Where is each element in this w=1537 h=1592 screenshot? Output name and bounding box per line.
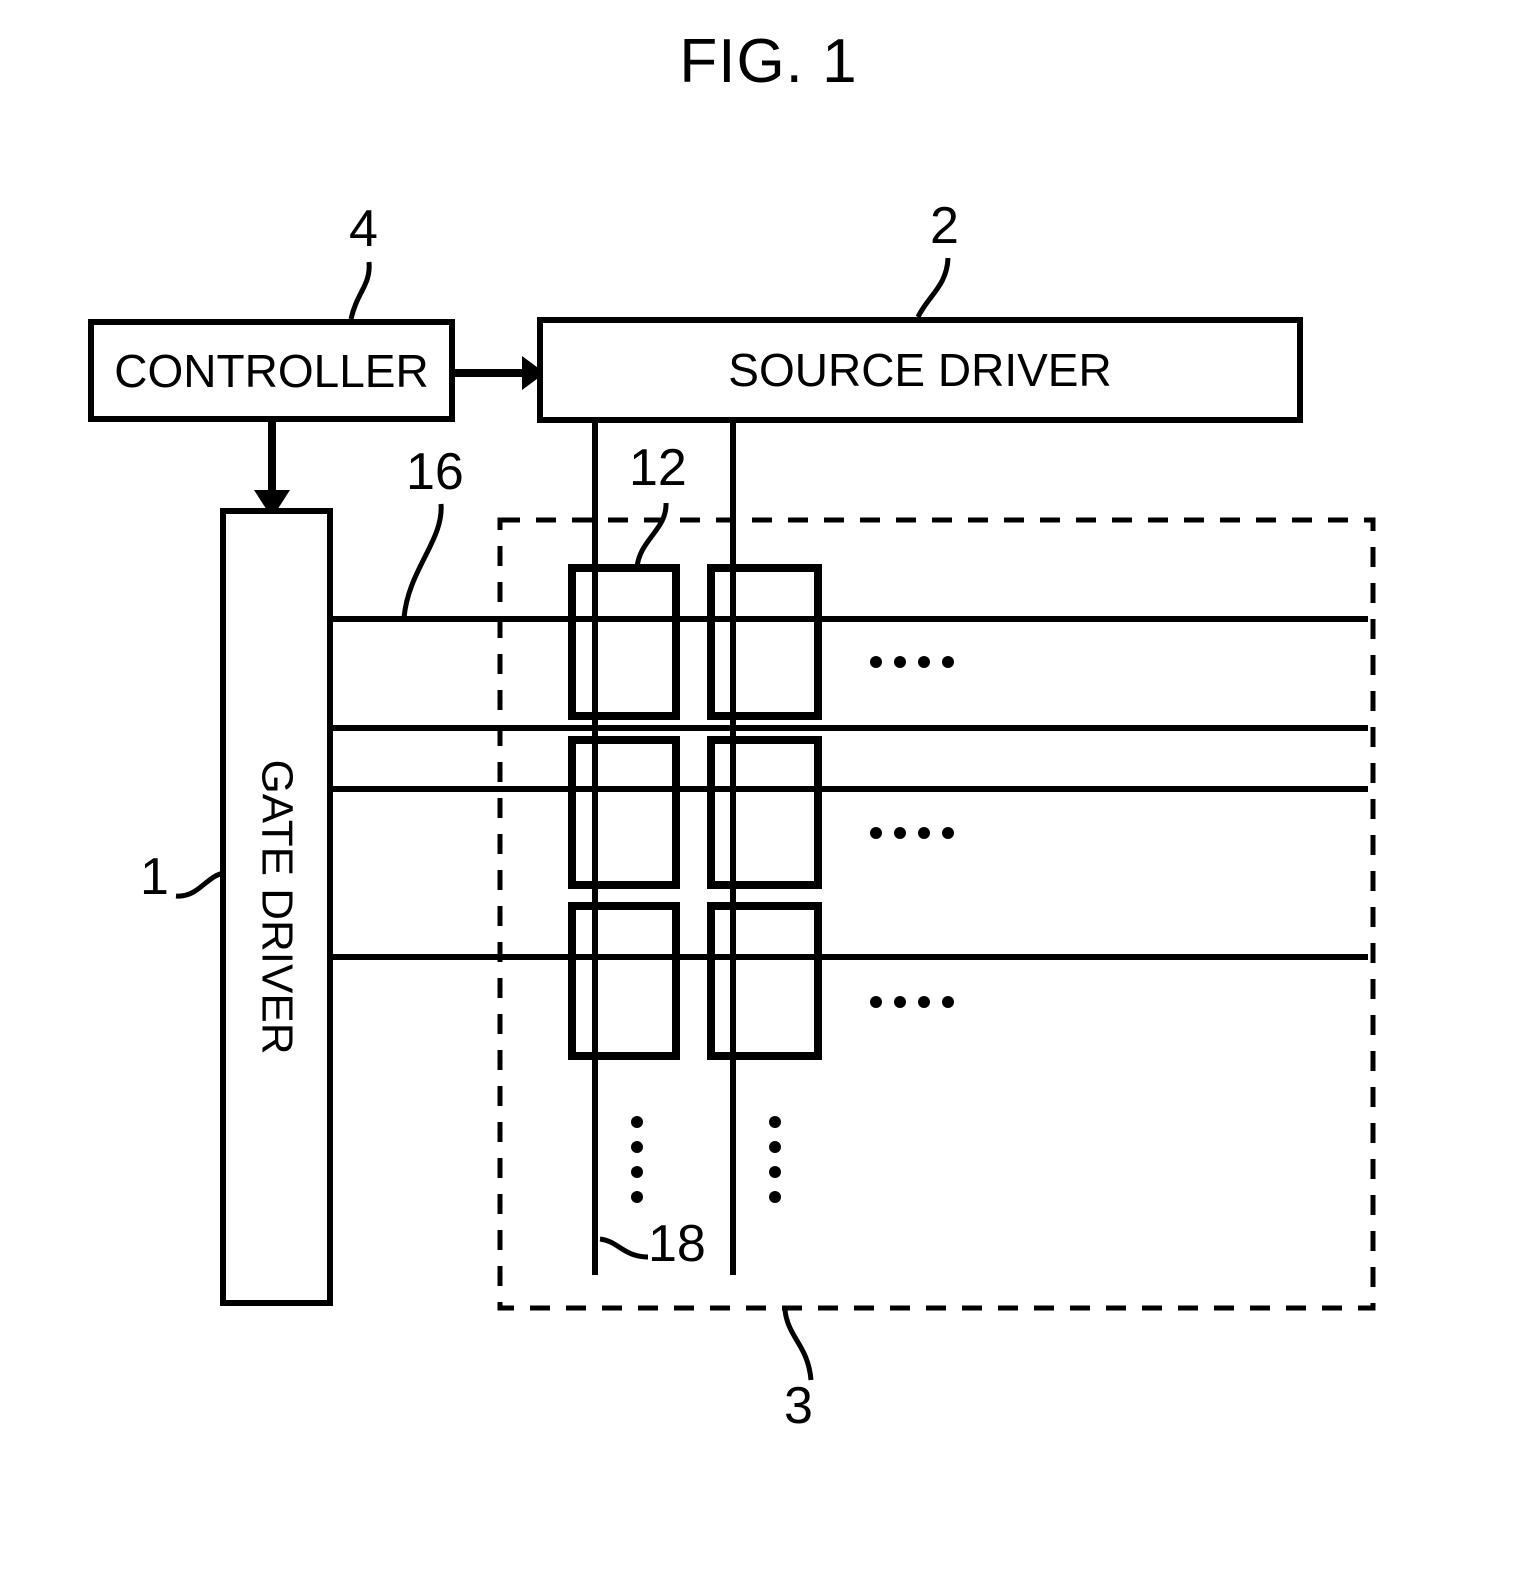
column-1-continuation-dots	[631, 1116, 643, 1203]
controller-to-source-driver-arrow	[455, 356, 545, 390]
leader-line-3	[782, 1309, 814, 1381]
leader-line-2	[915, 257, 951, 319]
leader-line-4	[348, 261, 372, 320]
controller-block[interactable]: CONTROLLER	[88, 319, 455, 422]
leader-line-18	[599, 1236, 649, 1260]
controller-to-gate-driver-arrow	[254, 422, 290, 518]
controller-block-label: CONTROLLER	[114, 344, 429, 397]
gate-driver-block[interactable]: GATE DRIVER	[220, 508, 333, 1306]
leader-line-16	[401, 503, 444, 619]
source-driver-block[interactable]: SOURCE DRIVER	[537, 317, 1303, 423]
reference-numeral-gate-driver: 1	[140, 848, 169, 906]
pixel-r3-c2	[707, 902, 822, 1060]
reference-numeral-controller: 4	[349, 200, 378, 258]
reference-numeral-gate-line: 16	[406, 443, 464, 501]
leader-line-12	[634, 502, 669, 569]
figure-canvas: FIG. 1 CONTROLLER SOURCE DRIVER GATE DRI…	[0, 0, 1537, 1592]
reference-numeral-source-line: 18	[648, 1215, 706, 1273]
reference-numeral-source-driver: 2	[930, 197, 959, 255]
row-1-continuation-dots	[870, 656, 954, 668]
pixel-r2-c2	[707, 736, 822, 889]
pixel-r2-c1	[568, 736, 680, 889]
pixel-r1-c2	[707, 564, 822, 720]
row-2-continuation-dots	[870, 827, 954, 839]
reference-numeral-display-panel: 3	[784, 1377, 813, 1435]
leader-line-1	[175, 870, 225, 899]
gate-driver-block-label-text: GATE DRIVER	[252, 759, 302, 1055]
source-driver-block-label: SOURCE DRIVER	[728, 344, 1112, 396]
display-panel-dashed-boundary	[497, 517, 1376, 1311]
gate-driver-block-label: GATE DRIVER	[226, 514, 327, 1300]
pixel-r3-c1	[568, 902, 680, 1060]
pixel-r1-c1	[568, 564, 680, 720]
column-2-continuation-dots	[769, 1116, 781, 1203]
row-3-continuation-dots	[870, 996, 954, 1008]
reference-numeral-pixel: 12	[629, 439, 687, 497]
